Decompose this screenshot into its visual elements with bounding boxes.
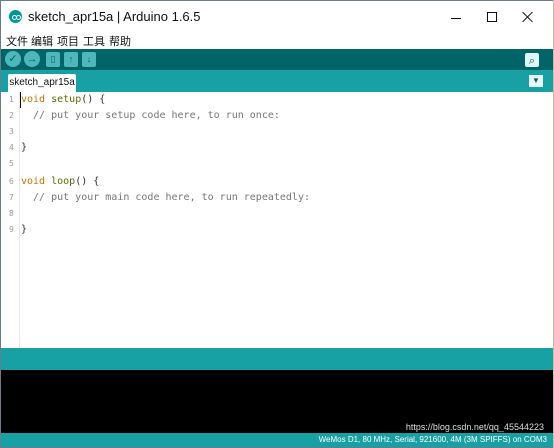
menu-edit[interactable]: 编辑 [31, 33, 53, 49]
chevron-down-icon: ▼ [532, 76, 540, 85]
tab-sketch[interactable]: sketch_apr15a [8, 74, 76, 92]
line-number: 9 [9, 225, 14, 234]
code-function: loop [51, 176, 76, 187]
code-line: 8 [1, 206, 553, 222]
arrow-down-icon: ↓ [86, 54, 92, 64]
code-line: 9 } [1, 222, 553, 238]
line-number: 2 [9, 111, 14, 120]
watermark-text: https://blog.csdn.net/qq_45544223 [405, 422, 544, 432]
magnifier-icon: ⌕ [528, 55, 536, 67]
code-function: setup [51, 94, 82, 105]
arrow-right-icon: → [26, 53, 38, 65]
code-comment: // put your main code here, to run repea… [21, 192, 310, 203]
menu-tools[interactable]: 工具 [83, 33, 105, 49]
menu-bar: 文件 编辑 项目 工具 帮助 [1, 31, 553, 49]
code-comment: // put your setup code here, to run once… [21, 110, 280, 121]
arduino-logo-icon [9, 10, 22, 23]
line-number: 7 [9, 193, 14, 202]
arrow-up-icon: ↑ [68, 54, 74, 64]
code-line: 1 void setup() { [1, 92, 553, 108]
code-line: 6 void loop() { [1, 174, 553, 190]
title-bar: sketch_apr15a | Arduino 1.6.5 [1, 1, 553, 31]
toolbar: ✓ → ▯ ↑ ↓ ⌕ [1, 49, 553, 70]
code-line: 7 // put your main code here, to run rep… [1, 190, 553, 206]
window-title: sketch_apr15a | Arduino 1.6.5 [28, 9, 201, 24]
line-number: 8 [9, 209, 14, 218]
menu-help[interactable]: 帮助 [109, 33, 131, 49]
code-line: 2 // put your setup code here, to run on… [1, 108, 553, 124]
menu-file[interactable]: 文件 [6, 33, 28, 49]
code-text: () { [75, 176, 100, 187]
line-number: 5 [9, 159, 14, 168]
board-info: WeMos D1, 80 MHz, Serial, 921600, 4M (3M… [318, 435, 547, 444]
minimize-button[interactable] [440, 6, 474, 28]
open-button[interactable]: ↑ [64, 52, 78, 67]
code-keyword: void [21, 94, 46, 105]
serial-monitor-button[interactable]: ⌕ [525, 53, 539, 67]
code-line: 3 [1, 124, 553, 140]
code-text: } [21, 224, 28, 235]
verify-button[interactable]: ✓ [5, 51, 21, 67]
check-icon: ✓ [8, 53, 18, 65]
code-line: 4 } [1, 140, 553, 156]
save-button[interactable]: ↓ [82, 52, 96, 67]
arduino-window: sketch_apr15a | Arduino 1.6.5 文件 编辑 项目 工… [0, 0, 554, 448]
code-line: 5 [1, 156, 553, 172]
status-footer: https://blog.csdn.net/qq_45544223 WeMos … [1, 422, 553, 447]
close-button[interactable] [511, 6, 545, 28]
tabs-bar: sketch_apr15a ▼ [1, 70, 553, 92]
new-button[interactable]: ▯ [46, 52, 60, 67]
new-file-icon: ▯ [50, 54, 56, 64]
code-keyword: void [21, 176, 46, 187]
code-text: () { [81, 94, 106, 105]
tab-menu-button[interactable]: ▼ [529, 75, 543, 87]
message-area [1, 348, 553, 370]
code-editor[interactable]: 1 void setup() { 2 // put your setup cod… [1, 92, 553, 348]
menu-sketch[interactable]: 项目 [57, 33, 79, 49]
code-text: } [21, 142, 28, 153]
maximize-button[interactable] [475, 6, 509, 28]
line-number: 3 [9, 127, 14, 136]
line-number: 1 [9, 95, 14, 104]
line-number: 6 [9, 177, 14, 186]
line-number: 4 [9, 143, 14, 152]
upload-button[interactable]: → [24, 51, 40, 67]
